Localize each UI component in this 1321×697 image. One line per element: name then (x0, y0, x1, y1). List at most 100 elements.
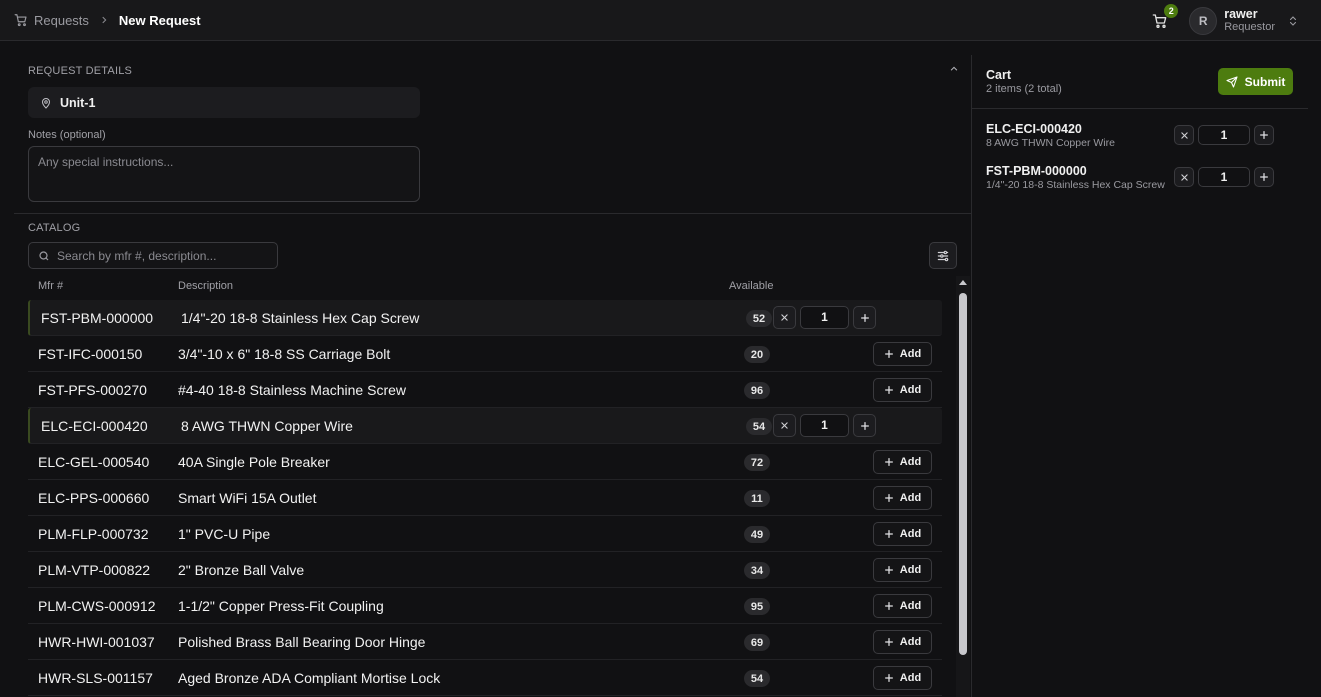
cart-panel: Cart 2 items (2 total) Submit ELC-ECI-00… (971, 55, 1321, 697)
cart-items: ELC-ECI-000420 8 AWG THWN Copper Wire 1 … (986, 122, 1286, 206)
column-available[interactable]: Available (729, 280, 773, 292)
add-button[interactable]: Add (873, 594, 932, 618)
add-button[interactable]: Add (873, 666, 932, 690)
increment-button[interactable] (853, 306, 876, 329)
row-description: 1" PVC-U Pipe (178, 525, 271, 542)
plus-icon (884, 457, 894, 467)
add-button[interactable]: Add (873, 630, 932, 654)
increment-button[interactable] (853, 414, 876, 437)
request-details-label: REQUEST DETAILS (28, 65, 133, 77)
row-description: 1-1/2" Copper Press-Fit Coupling (178, 597, 384, 614)
row-description: Smart WiFi 15A Outlet (178, 489, 317, 506)
available-badge: 49 (744, 526, 770, 543)
chevron-up-icon[interactable] (949, 64, 959, 74)
submit-button[interactable]: Submit (1218, 68, 1293, 95)
row-description: 40A Single Pole Breaker (178, 453, 330, 470)
row-mfr: FST-PBM-000000 (41, 309, 154, 326)
add-button[interactable]: Add (873, 342, 932, 366)
row-mfr: PLM-CWS-000912 (38, 597, 156, 614)
sliders-icon (936, 249, 950, 263)
plus-icon (884, 565, 894, 575)
column-mfr[interactable]: Mfr # (38, 280, 63, 292)
plus-icon (860, 313, 870, 323)
increment-button[interactable] (1254, 167, 1274, 187)
cart-item: ELC-ECI-000420 8 AWG THWN Copper Wire 1 (986, 122, 1286, 164)
row-quantity-controls: 1 (773, 306, 876, 329)
search-box[interactable] (28, 242, 278, 269)
remove-button[interactable] (1174, 167, 1194, 187)
plus-icon (884, 637, 894, 647)
column-description[interactable]: Description (178, 280, 233, 292)
add-button[interactable]: Add (873, 486, 932, 510)
quantity-input[interactable]: 1 (800, 306, 849, 329)
quantity-input[interactable]: 1 (1198, 167, 1250, 187)
add-label: Add (899, 384, 922, 396)
chevron-up-down-icon[interactable] (1287, 14, 1299, 28)
user-menu[interactable]: rawer Requestor (1224, 7, 1275, 34)
x-icon (1180, 131, 1189, 140)
table-row: HWR-SLS-001157 Aged Bronze ADA Compliant … (28, 660, 942, 696)
location-value: Unit-1 (60, 95, 96, 110)
add-button[interactable]: Add (873, 522, 932, 546)
available-badge: 96 (744, 382, 770, 399)
quantity-input[interactable]: 1 (800, 414, 849, 437)
row-quantity-controls: 1 (773, 414, 876, 437)
add-label: Add (899, 348, 922, 360)
add-label: Add (899, 600, 922, 612)
scrollbar-thumb[interactable] (959, 293, 967, 655)
available-badge: 95 (744, 598, 770, 615)
add-label: Add (899, 492, 922, 504)
location-field[interactable]: Unit-1 (28, 87, 420, 118)
add-label: Add (899, 672, 922, 684)
scroll-up-arrow[interactable] (959, 280, 967, 285)
add-button[interactable]: Add (873, 450, 932, 474)
send-icon (1226, 75, 1238, 88)
row-mfr: ELC-GEL-000540 (38, 453, 150, 470)
filter-button[interactable] (929, 242, 957, 269)
cart-item-quantity-controls: 1 (1174, 125, 1274, 145)
breadcrumb-requests-link[interactable]: Requests (34, 13, 89, 28)
plus-icon (884, 349, 894, 359)
x-icon (1180, 173, 1189, 182)
table-row: FST-PBM-000000 1/4"-20 18-8 Stainless Hex… (28, 300, 942, 336)
table-header: Mfr # Description Available (28, 279, 942, 299)
table-row: PLM-FLP-000732 1" PVC-U Pipe 49 Add (28, 516, 942, 552)
quantity-input[interactable]: 1 (1198, 125, 1250, 145)
plus-icon (1259, 172, 1269, 182)
main-panel: REQUEST DETAILS Unit-1 Notes (optional) … (14, 55, 971, 697)
cart-summary: 2 items (2 total) (986, 83, 1062, 95)
remove-button[interactable] (773, 306, 796, 329)
add-button[interactable]: Add (873, 378, 932, 402)
remove-button[interactable] (1174, 125, 1194, 145)
remove-button[interactable] (773, 414, 796, 437)
add-button[interactable]: Add (873, 558, 932, 582)
available-badge: 54 (744, 670, 770, 687)
available-badge: 72 (744, 454, 770, 471)
plus-icon (884, 673, 894, 683)
add-label: Add (899, 564, 922, 576)
increment-button[interactable] (1254, 125, 1274, 145)
cart-button[interactable]: 2 (1149, 3, 1179, 32)
plus-icon (884, 493, 894, 503)
scrollbar[interactable] (956, 276, 970, 697)
row-mfr: FST-PFS-000270 (38, 381, 147, 398)
table-row: PLM-VTP-000822 2" Bronze Ball Valve 34 Add (28, 552, 942, 588)
row-mfr: HWR-HWI-001037 (38, 633, 155, 650)
table-row: HWR-HWI-001037 Polished Brass Ball Bearin… (28, 624, 942, 660)
x-icon (780, 421, 789, 430)
add-label: Add (899, 528, 922, 540)
notes-field[interactable] (28, 146, 420, 202)
row-mfr: FST-IFC-000150 (38, 345, 143, 362)
row-description: #4-40 18-8 Stainless Machine Screw (178, 381, 407, 398)
avatar[interactable]: R (1189, 6, 1218, 35)
row-description: 1/4"-20 18-8 Stainless Hex Cap Screw (181, 309, 420, 326)
row-description: Aged Bronze ADA Compliant Mortise Lock (178, 669, 441, 686)
plus-icon (884, 529, 894, 539)
available-badge: 20 (744, 346, 770, 363)
divider (14, 213, 971, 214)
map-pin-icon (40, 97, 52, 109)
table-row: FST-PFS-000270 #4-40 18-8 Stainless Machi… (28, 372, 942, 408)
search-input[interactable] (57, 248, 267, 263)
row-description: Polished Brass Ball Bearing Door Hinge (178, 633, 426, 650)
table-row: PLM-CWS-000912 1-1/2" Copper Press-Fit Co… (28, 588, 942, 624)
